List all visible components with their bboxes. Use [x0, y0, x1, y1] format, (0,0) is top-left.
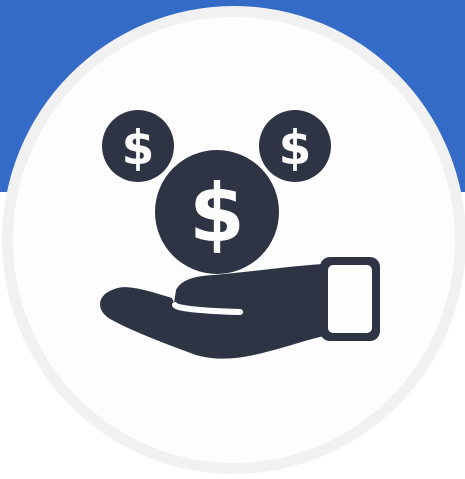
coin-dollar-sign-right: $: [279, 121, 312, 176]
coin-dollar-sign-left: $: [122, 121, 155, 176]
small-coin-left-icon: $: [102, 110, 174, 182]
coin-dollar-sign-large: $: [189, 167, 245, 260]
money-in-hand-icon: $ $ $: [100, 110, 380, 359]
open-hand-icon: [100, 257, 380, 359]
large-coin-icon: $: [155, 150, 279, 274]
small-coin-right-icon: $: [259, 110, 331, 182]
icon-canvas: $ $ $: [0, 0, 465, 479]
